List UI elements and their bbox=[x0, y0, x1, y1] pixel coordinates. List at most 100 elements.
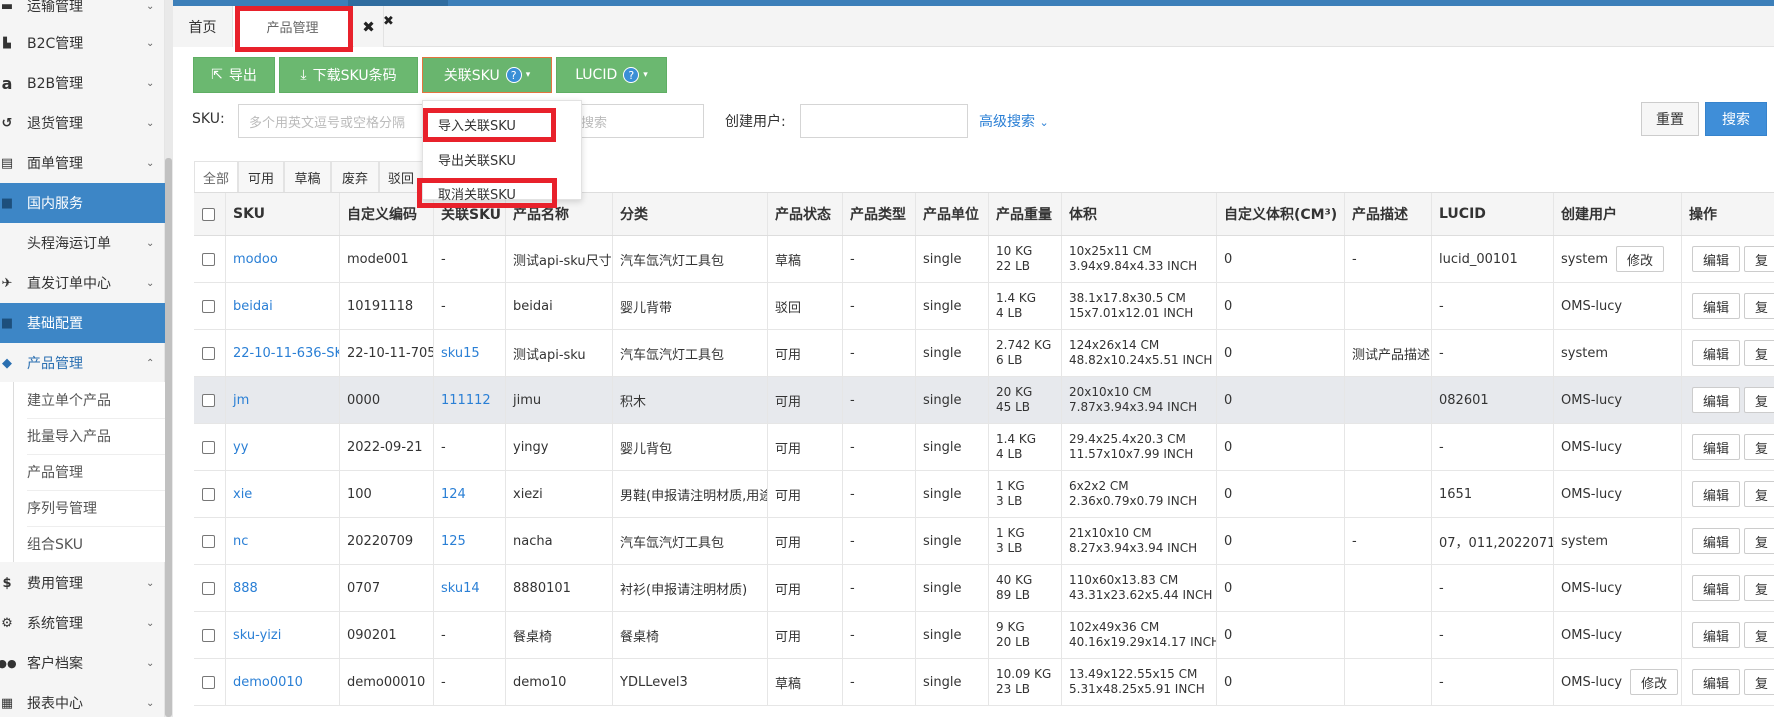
help-icon[interactable]: ? bbox=[505, 67, 522, 83]
related-sku-link[interactable]: 125 bbox=[441, 534, 466, 549]
sidebar-item-direct-orders[interactable]: ✈ 直发订单中心 ⌄ bbox=[0, 263, 165, 303]
sidebar-subitem-create-product[interactable]: 建立单个产品 bbox=[0, 382, 165, 418]
copy-button[interactable]: 复 bbox=[1744, 434, 1774, 460]
row-checkbox[interactable] bbox=[202, 252, 215, 266]
sidebar-subitem-product-management[interactable]: 产品管理 bbox=[0, 454, 165, 490]
related-sku-link[interactable]: sku14 bbox=[441, 581, 480, 596]
column-header[interactable]: 体积 bbox=[1061, 193, 1216, 235]
sidebar-item-labels[interactable]: ▤ 面单管理 ⌄ bbox=[0, 143, 165, 183]
sku-link[interactable]: 888 bbox=[233, 581, 258, 596]
sku-link[interactable]: 22-10-11-636-SKU bbox=[233, 346, 339, 361]
copy-button[interactable]: 复 bbox=[1744, 575, 1774, 601]
sku-link[interactable]: sku-yizi bbox=[233, 628, 281, 643]
edit-button[interactable]: 编辑 bbox=[1692, 293, 1741, 319]
menu-item-export-related-sku[interactable]: 导出关联SKU bbox=[438, 150, 516, 169]
copy-button[interactable]: 复 bbox=[1744, 246, 1774, 272]
column-header[interactable]: 操作 bbox=[1681, 193, 1774, 235]
row-checkbox[interactable] bbox=[202, 581, 215, 595]
copy-button[interactable]: 复 bbox=[1744, 293, 1774, 319]
sidebar-scrollbar-thumb[interactable] bbox=[165, 158, 172, 717]
edit-button[interactable]: 编辑 bbox=[1692, 528, 1741, 554]
related-sku-dropdown-button[interactable]: 关联SKU ? ▾ bbox=[422, 57, 552, 93]
modify-button[interactable]: 修改 bbox=[1630, 669, 1679, 695]
related-sku-link[interactable]: 124 bbox=[441, 487, 466, 502]
copy-button[interactable]: 复 bbox=[1744, 387, 1774, 413]
sidebar-item-fees[interactable]: $ 费用管理 ⌄ bbox=[0, 563, 165, 603]
sidebar-item-b2b[interactable]: a B2B管理 ⌄ bbox=[0, 63, 165, 103]
sidebar-section-domestic[interactable]: ■ 国内服务 bbox=[0, 183, 165, 223]
row-checkbox[interactable] bbox=[202, 393, 215, 407]
column-header[interactable]: 创建用户 bbox=[1553, 193, 1681, 235]
v2-text: 5.31x48.25x5.91 INCH bbox=[1069, 682, 1205, 696]
sidebar-item-sea-orders[interactable]: 头程海运订单 ⌄ bbox=[0, 223, 165, 263]
copy-button[interactable]: 复 bbox=[1744, 669, 1774, 695]
related-sku-link[interactable]: sku15 bbox=[441, 346, 480, 361]
sidebar-subitem-serial-numbers[interactable]: 序列号管理 bbox=[0, 490, 165, 526]
column-header[interactable]: 产品描述 bbox=[1344, 193, 1431, 235]
edit-button[interactable]: 编辑 bbox=[1692, 669, 1741, 695]
sku-link[interactable]: xie bbox=[233, 487, 252, 502]
edit-button[interactable]: 编辑 bbox=[1692, 575, 1741, 601]
column-header[interactable]: LUCID bbox=[1431, 193, 1553, 235]
row-checkbox[interactable] bbox=[202, 346, 215, 360]
column-header[interactable]: 自定义体积(CM³) bbox=[1216, 193, 1344, 235]
copy-button[interactable]: 复 bbox=[1744, 340, 1774, 366]
advanced-search-link[interactable]: 高级搜索 ⌄ bbox=[979, 111, 1049, 131]
close-all-tabs-icon[interactable]: ✖ bbox=[354, 6, 384, 47]
edit-button[interactable]: 编辑 bbox=[1692, 246, 1741, 272]
lucid-dropdown-button[interactable]: LUCID ? ▾ bbox=[556, 57, 667, 93]
row-checkbox[interactable] bbox=[202, 534, 215, 548]
sku-link[interactable]: demo0010 bbox=[233, 675, 303, 690]
filter-tab-available[interactable]: 可用 bbox=[238, 161, 284, 193]
select-all-checkbox[interactable] bbox=[202, 207, 215, 221]
edit-button[interactable]: 编辑 bbox=[1692, 434, 1741, 460]
edit-button[interactable]: 编辑 bbox=[1692, 481, 1741, 507]
sidebar-item-customers[interactable]: ●● 客户档案 ⌄ bbox=[0, 643, 165, 683]
row-checkbox[interactable] bbox=[202, 487, 215, 501]
lucid-cell: - bbox=[1431, 424, 1553, 470]
export-button[interactable]: ⇱ 导出 bbox=[193, 57, 275, 93]
sidebar-item-b2c[interactable]: ▙ B2C管理 ⌄ bbox=[0, 23, 165, 63]
help-icon[interactable]: ? bbox=[623, 67, 640, 83]
filter-tab-abandoned[interactable]: 废弃 bbox=[331, 161, 379, 193]
sidebar-item-returns[interactable]: ↺ 退货管理 ⌄ bbox=[0, 103, 165, 143]
filter-tab-all[interactable]: 全部 bbox=[194, 161, 238, 193]
filter-tab-draft[interactable]: 草稿 bbox=[284, 161, 331, 193]
sidebar-section-basic-config[interactable]: ■ 基础配置 bbox=[0, 303, 165, 343]
sku-link[interactable]: jm bbox=[233, 393, 249, 408]
sidebar-item-product-management[interactable]: ◆ 产品管理 ⌃ bbox=[0, 343, 165, 383]
copy-button[interactable]: 复 bbox=[1744, 528, 1774, 554]
edit-button[interactable]: 编辑 bbox=[1692, 622, 1741, 648]
edit-button[interactable]: 编辑 bbox=[1692, 340, 1741, 366]
sku-link[interactable]: modoo bbox=[233, 252, 278, 267]
edit-button[interactable]: 编辑 bbox=[1692, 387, 1741, 413]
column-header[interactable]: 产品类型 bbox=[842, 193, 915, 235]
reset-button[interactable]: 重置 bbox=[1641, 102, 1699, 136]
copy-button[interactable]: 复 bbox=[1744, 481, 1774, 507]
row-checkbox[interactable] bbox=[202, 440, 215, 454]
sku-link[interactable]: yy bbox=[233, 440, 248, 455]
row-checkbox[interactable] bbox=[202, 628, 215, 642]
related-sku-link[interactable]: 111112 bbox=[441, 393, 491, 408]
column-header[interactable]: 产品重量 bbox=[988, 193, 1061, 235]
row-checkbox[interactable] bbox=[202, 675, 215, 689]
sidebar-item-system[interactable]: ⚙ 系统管理 ⌄ bbox=[0, 603, 165, 643]
sidebar-item-reports[interactable]: ▦ 报表中心 ⌄ bbox=[0, 683, 165, 723]
modify-button[interactable]: 修改 bbox=[1616, 246, 1665, 272]
sidebar-subitem-bulk-import[interactable]: 批量导入产品 bbox=[0, 418, 165, 454]
column-header[interactable]: 产品状态 bbox=[767, 193, 842, 235]
unit-cell: single bbox=[915, 565, 988, 611]
row-checkbox[interactable] bbox=[202, 299, 215, 313]
sidebar-subitem-combo-sku[interactable]: 组合SKU bbox=[0, 526, 165, 562]
tab-home[interactable]: 首页 bbox=[173, 6, 233, 47]
column-header[interactable]: 产品单位 bbox=[915, 193, 988, 235]
download-sku-barcode-button[interactable]: ⤓ 下载SKU条码 bbox=[279, 57, 418, 93]
sku-link[interactable]: nc bbox=[233, 534, 248, 549]
sku-link[interactable]: beidai bbox=[233, 299, 273, 314]
search-button[interactable]: 搜索 bbox=[1705, 102, 1767, 136]
close-icon[interactable]: ✖ bbox=[383, 14, 394, 29]
column-header[interactable]: 分类 bbox=[612, 193, 767, 235]
copy-button[interactable]: 复 bbox=[1744, 622, 1774, 648]
column-header[interactable]: SKU bbox=[225, 193, 339, 235]
creator-input[interactable] bbox=[800, 104, 968, 138]
